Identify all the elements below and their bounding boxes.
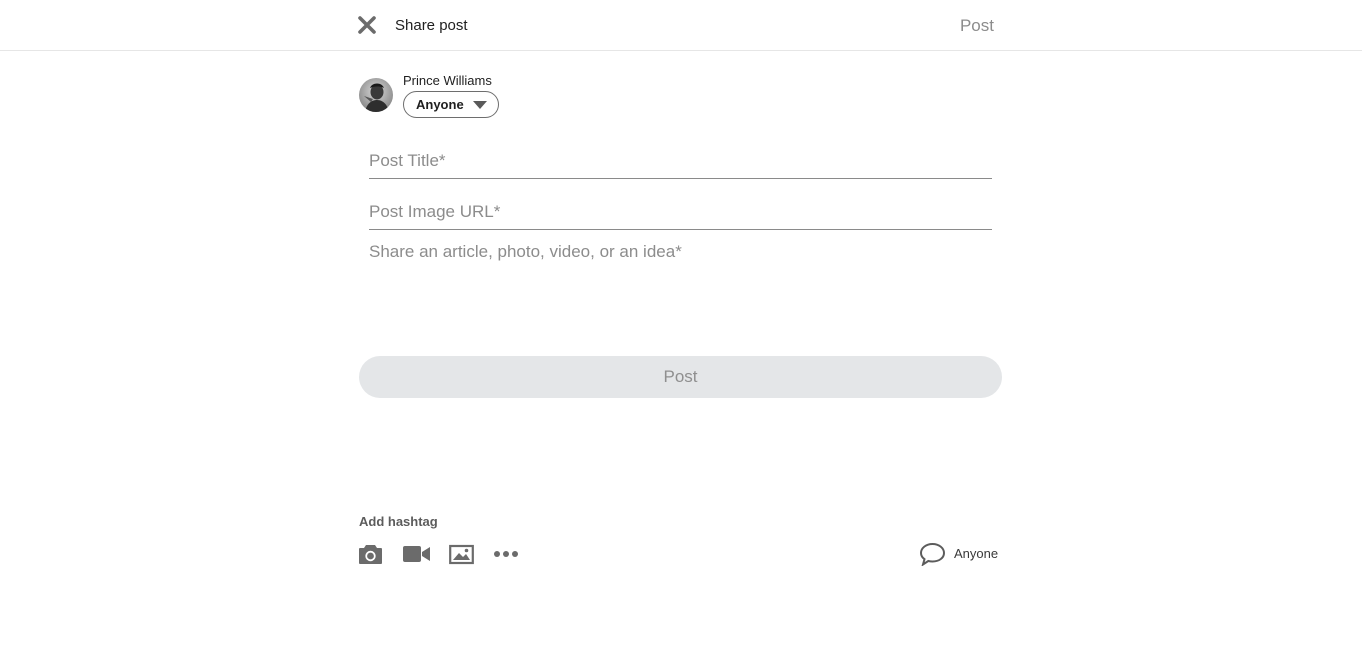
comment-visibility-label: Anyone <box>954 546 999 561</box>
post-title-input[interactable] <box>369 143 992 179</box>
comment-icon <box>919 542 946 567</box>
image-icon <box>449 544 474 565</box>
visibility-dropdown[interactable]: Anyone <box>403 91 499 118</box>
post-button[interactable]: Post <box>359 356 1002 398</box>
camera-icon <box>359 545 382 564</box>
post-image-url-input[interactable] <box>369 194 992 230</box>
add-hashtag-button[interactable]: Add hashtag <box>359 514 438 529</box>
more-options-button[interactable] <box>493 543 519 565</box>
camera-button[interactable] <box>358 543 383 565</box>
avatar <box>359 78 393 112</box>
more-icon <box>494 551 518 557</box>
video-icon <box>403 546 430 562</box>
page-title: Share post <box>395 17 468 34</box>
close-button[interactable] <box>356 14 378 36</box>
post-body-input[interactable] <box>369 242 992 322</box>
video-button[interactable] <box>402 543 431 565</box>
visibility-label: Anyone <box>416 97 464 112</box>
author-name: Prince Williams <box>403 73 492 88</box>
header-post-button[interactable]: Post <box>940 16 994 36</box>
top-bar: Share post Post <box>0 0 1362 51</box>
close-icon <box>358 16 376 34</box>
caret-down-icon <box>473 101 487 109</box>
comment-visibility-button[interactable]: Anyone <box>919 542 1003 567</box>
image-button[interactable] <box>449 543 474 565</box>
